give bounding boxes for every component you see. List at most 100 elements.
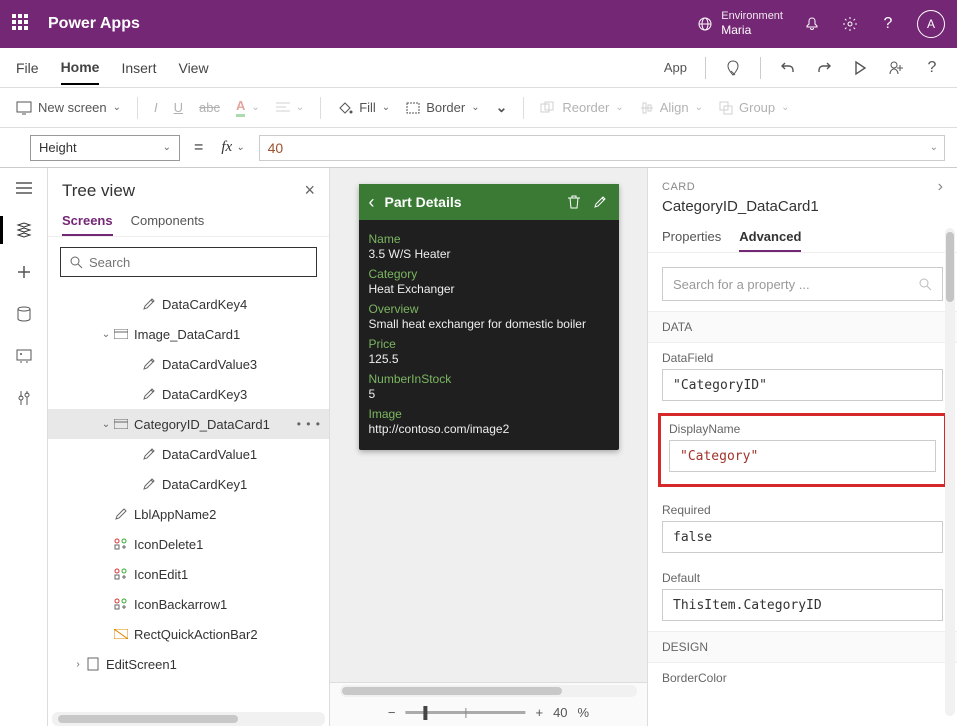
hamburger-icon[interactable] xyxy=(14,178,34,198)
tools-icon[interactable] xyxy=(14,388,34,408)
font-color-button[interactable]: A⌄ xyxy=(236,98,260,117)
screen-icon xyxy=(16,101,32,115)
tree-horizontal-scrollbar[interactable] xyxy=(52,712,325,726)
fill-button[interactable]: Fill ⌄ xyxy=(337,100,390,115)
default-label: Default xyxy=(662,571,943,585)
screen-title: Part Details xyxy=(385,194,557,210)
fill-label: Fill xyxy=(359,100,376,115)
divider xyxy=(760,57,761,79)
edit-icon xyxy=(142,297,156,311)
checker-icon[interactable] xyxy=(724,59,742,77)
menu-home[interactable]: Home xyxy=(61,51,100,85)
back-arrow-icon[interactable]: ‹ xyxy=(369,192,375,213)
data-icon[interactable] xyxy=(14,304,34,324)
tree-row[interactable]: DataCardKey3 xyxy=(48,379,329,409)
reorder-button[interactable]: Reorder⌄ xyxy=(540,100,623,115)
settings-icon[interactable] xyxy=(841,15,859,33)
notifications-icon[interactable] xyxy=(803,15,821,33)
tree-row-label: DataCardValue1 xyxy=(162,447,321,462)
tree-row-label: RectQuickActionBar2 xyxy=(134,627,321,642)
align-button[interactable]: Align⌄ xyxy=(640,100,703,115)
help-icon[interactable]: ? xyxy=(923,59,941,77)
align-text-button[interactable]: ⌄ xyxy=(276,102,304,114)
group-button[interactable]: Group⌄ xyxy=(719,100,790,115)
more-icon[interactable]: • • • xyxy=(297,417,321,431)
fx-button[interactable]: fx⌄ xyxy=(217,139,248,156)
redo-icon[interactable] xyxy=(815,59,833,77)
zoom-in-button[interactable]: + xyxy=(535,705,543,720)
default-input[interactable]: ThisItem.CategoryID xyxy=(662,589,943,621)
tree-row[interactable]: DataCardKey4 xyxy=(48,289,329,319)
zoom-out-button[interactable]: − xyxy=(388,705,396,720)
datafield-input[interactable]: "CategoryID" xyxy=(662,369,943,401)
canvas-horizontal-scrollbar[interactable] xyxy=(340,685,637,697)
new-screen-button[interactable]: New screen ⌄ xyxy=(16,100,121,115)
data-section-header: DATA xyxy=(648,311,957,343)
caret-open-icon[interactable]: ⌄ xyxy=(100,419,112,430)
waffle-icon[interactable] xyxy=(12,14,32,34)
tree-row-label: CategoryID_DataCard1 xyxy=(134,417,297,432)
environment-selector[interactable]: Environment Maria xyxy=(697,10,783,38)
tree-row[interactable]: › EditScreen1 xyxy=(48,649,329,679)
menu-insert[interactable]: Insert xyxy=(121,52,156,84)
formula-value: 40 xyxy=(268,140,284,156)
tab-advanced[interactable]: Advanced xyxy=(739,223,801,252)
formula-input[interactable]: 40 ⌄ xyxy=(259,135,945,161)
tree-row[interactable]: ⌄Image_DataCard1 xyxy=(48,319,329,349)
help-icon[interactable]: ? xyxy=(879,15,897,33)
panel-scrollbar[interactable] xyxy=(945,228,955,716)
menu-app[interactable]: App xyxy=(664,60,687,75)
property-name: Height xyxy=(39,140,77,155)
edit-icon xyxy=(142,477,156,491)
tab-screens[interactable]: Screens xyxy=(62,207,113,236)
tab-properties[interactable]: Properties xyxy=(662,223,721,252)
edit-icon[interactable] xyxy=(593,195,609,209)
tree-row[interactable]: DataCardValue3 xyxy=(48,349,329,379)
tree-row-label: EditScreen1 xyxy=(106,657,321,672)
field-label: Overview xyxy=(369,302,609,316)
tree-row[interactable]: DataCardValue1 xyxy=(48,439,329,469)
field-label: Image xyxy=(369,407,609,421)
tree-search-input[interactable] xyxy=(89,255,308,270)
edit-icon xyxy=(142,357,156,371)
globe-icon xyxy=(697,16,713,32)
caret-closed-icon[interactable]: › xyxy=(72,659,84,670)
close-icon[interactable]: × xyxy=(304,180,315,201)
menu-file[interactable]: File xyxy=(16,52,39,84)
menu-view[interactable]: View xyxy=(178,52,208,84)
tree-view-icon[interactable] xyxy=(14,220,34,240)
tree-search[interactable] xyxy=(60,247,317,277)
tree-row[interactable]: IconDelete1 xyxy=(48,529,329,559)
tree-row-label: DataCardKey1 xyxy=(162,477,321,492)
tree-row[interactable]: LblAppName2 xyxy=(48,499,329,529)
highlighted-displayname: DisplayName "Category" xyxy=(658,413,947,487)
underline-button[interactable]: U xyxy=(174,100,183,115)
field-label: Name xyxy=(369,232,609,246)
tree-row[interactable]: DataCardKey1 xyxy=(48,469,329,499)
tree-row[interactable]: IconEdit1 xyxy=(48,559,329,589)
property-search[interactable]: Search for a property ... xyxy=(662,267,943,301)
italic-button[interactable]: I xyxy=(154,100,158,115)
undo-icon[interactable] xyxy=(779,59,797,77)
border-button[interactable]: Border ⌄ xyxy=(406,100,479,115)
play-icon[interactable] xyxy=(851,59,869,77)
share-icon[interactable] xyxy=(887,59,905,77)
more-tools[interactable]: ⌄ xyxy=(496,99,508,116)
required-input[interactable]: false xyxy=(662,521,943,553)
displayname-label: DisplayName xyxy=(669,422,936,436)
property-selector[interactable]: Height ⌄ xyxy=(30,135,180,161)
strikethrough-button[interactable]: abc xyxy=(199,100,220,115)
media-icon[interactable] xyxy=(14,346,34,366)
delete-icon[interactable] xyxy=(567,195,583,209)
insert-icon[interactable] xyxy=(14,262,34,282)
caret-open-icon[interactable]: ⌄ xyxy=(100,329,112,340)
chevron-right-icon[interactable]: › xyxy=(938,178,943,196)
tree-row[interactable]: ⌄ CategoryID_DataCard1• • • xyxy=(48,409,329,439)
displayname-input[interactable]: "Category" xyxy=(669,440,936,472)
design-section-header: DESIGN xyxy=(648,631,957,663)
tab-components[interactable]: Components xyxy=(131,207,205,236)
tree-row[interactable]: RectQuickActionBar2 xyxy=(48,619,329,649)
tree-row[interactable]: IconBackarrow1 xyxy=(48,589,329,619)
avatar[interactable]: A xyxy=(917,10,945,38)
zoom-slider[interactable] xyxy=(405,711,525,714)
